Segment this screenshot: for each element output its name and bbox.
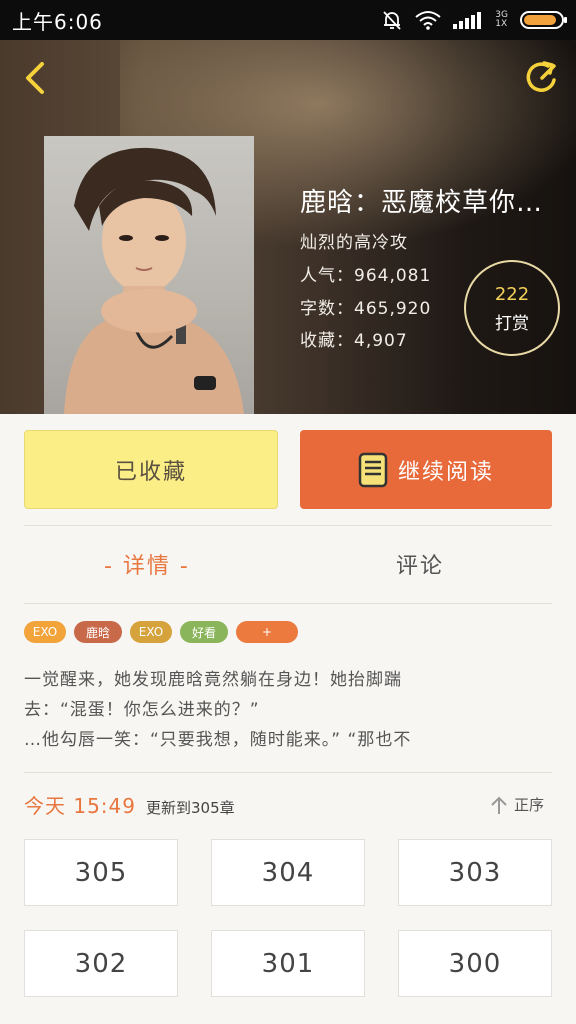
continue-reading-button[interactable]: 继续阅读 bbox=[300, 430, 552, 509]
reward-button[interactable]: 222 打赏 bbox=[464, 260, 560, 356]
wifi-icon bbox=[415, 11, 441, 30]
sort-label: 正序 bbox=[514, 796, 545, 814]
chapter-button[interactable]: 304 bbox=[211, 839, 365, 906]
tab-comments[interactable]: 评论 bbox=[396, 548, 444, 580]
book-description[interactable]: 一觉醒来，她发现鹿晗竟然躺在身边！她抬脚踹 去：“混蛋！你怎么进来的？” …他勾… bbox=[24, 665, 554, 755]
description-line: 去：“混蛋！你怎么进来的？” bbox=[24, 700, 260, 720]
tab-details[interactable]: - 详情 - bbox=[104, 548, 190, 580]
status-time: 上午6:06 bbox=[12, 9, 103, 34]
arrow-up-icon bbox=[491, 796, 507, 814]
chapter-button[interactable]: 301 bbox=[211, 930, 365, 997]
book-author[interactable]: 灿烈的高冷攻 bbox=[300, 228, 408, 253]
battery-icon bbox=[520, 11, 567, 29]
tag-chip[interactable]: EXO bbox=[24, 621, 66, 643]
refresh-icon[interactable] bbox=[522, 58, 562, 98]
tag-chip[interactable]: 好看 bbox=[180, 621, 228, 643]
chapter-button[interactable]: 302 bbox=[24, 930, 178, 997]
update-info: 今天 15:49 更新到305章 bbox=[24, 790, 235, 819]
description-line: 一觉醒来，她发现鹿晗竟然躺在身边！她抬脚踹 bbox=[24, 670, 402, 690]
reward-count: 222 bbox=[494, 284, 530, 305]
sort-toggle[interactable]: 正序 bbox=[490, 794, 544, 815]
divider bbox=[24, 603, 552, 604]
chapter-button[interactable]: 300 bbox=[398, 930, 552, 997]
collected-label: 已收藏 bbox=[114, 459, 187, 485]
cover-portrait bbox=[64, 147, 244, 414]
book-icon bbox=[358, 452, 388, 487]
add-tag-button[interactable]: + bbox=[236, 621, 298, 643]
mute-bell-icon bbox=[383, 11, 401, 30]
reward-label: 打赏 bbox=[495, 314, 529, 334]
tag-chip[interactable]: 鹿晗 bbox=[74, 621, 122, 643]
book-cover-image[interactable] bbox=[44, 136, 254, 414]
back-button[interactable] bbox=[16, 58, 56, 98]
network-type: 3G 1X bbox=[495, 10, 508, 29]
book-word-count: 字数：465,920 bbox=[300, 299, 432, 319]
divider bbox=[24, 525, 552, 526]
chapter-button[interactable]: 303 bbox=[398, 839, 552, 906]
book-title: 鹿晗：恶魔校草你… bbox=[300, 188, 544, 218]
signal-icon bbox=[453, 12, 482, 29]
book-favorites: 收藏：4,907 bbox=[300, 331, 408, 351]
book-popularity: 人气：964,081 bbox=[300, 266, 432, 286]
update-time: 今天 15:49 bbox=[24, 794, 136, 818]
tag-chip[interactable]: EXO bbox=[130, 621, 172, 643]
update-text: 更新到305章 bbox=[146, 799, 235, 817]
status-bar: 上午6:06 3G 1X bbox=[0, 0, 576, 40]
battery-level bbox=[524, 15, 556, 25]
book-header: 鹿晗：恶魔校草你… 灿烈的高冷攻 人气：964,081 字数：465,920 收… bbox=[0, 40, 576, 414]
collected-button[interactable]: 已收藏 bbox=[24, 430, 278, 509]
divider bbox=[24, 772, 552, 773]
description-line: …他勾唇一笑：“只要我想，随时能来。” “那也不 bbox=[24, 730, 412, 750]
tag-list: EXO 鹿晗 EXO 好看 + bbox=[24, 621, 298, 643]
chapter-button[interactable]: 305 bbox=[24, 839, 178, 906]
continue-label: 继续阅读 bbox=[397, 459, 494, 485]
status-icons: 3G 1X bbox=[381, 9, 567, 31]
